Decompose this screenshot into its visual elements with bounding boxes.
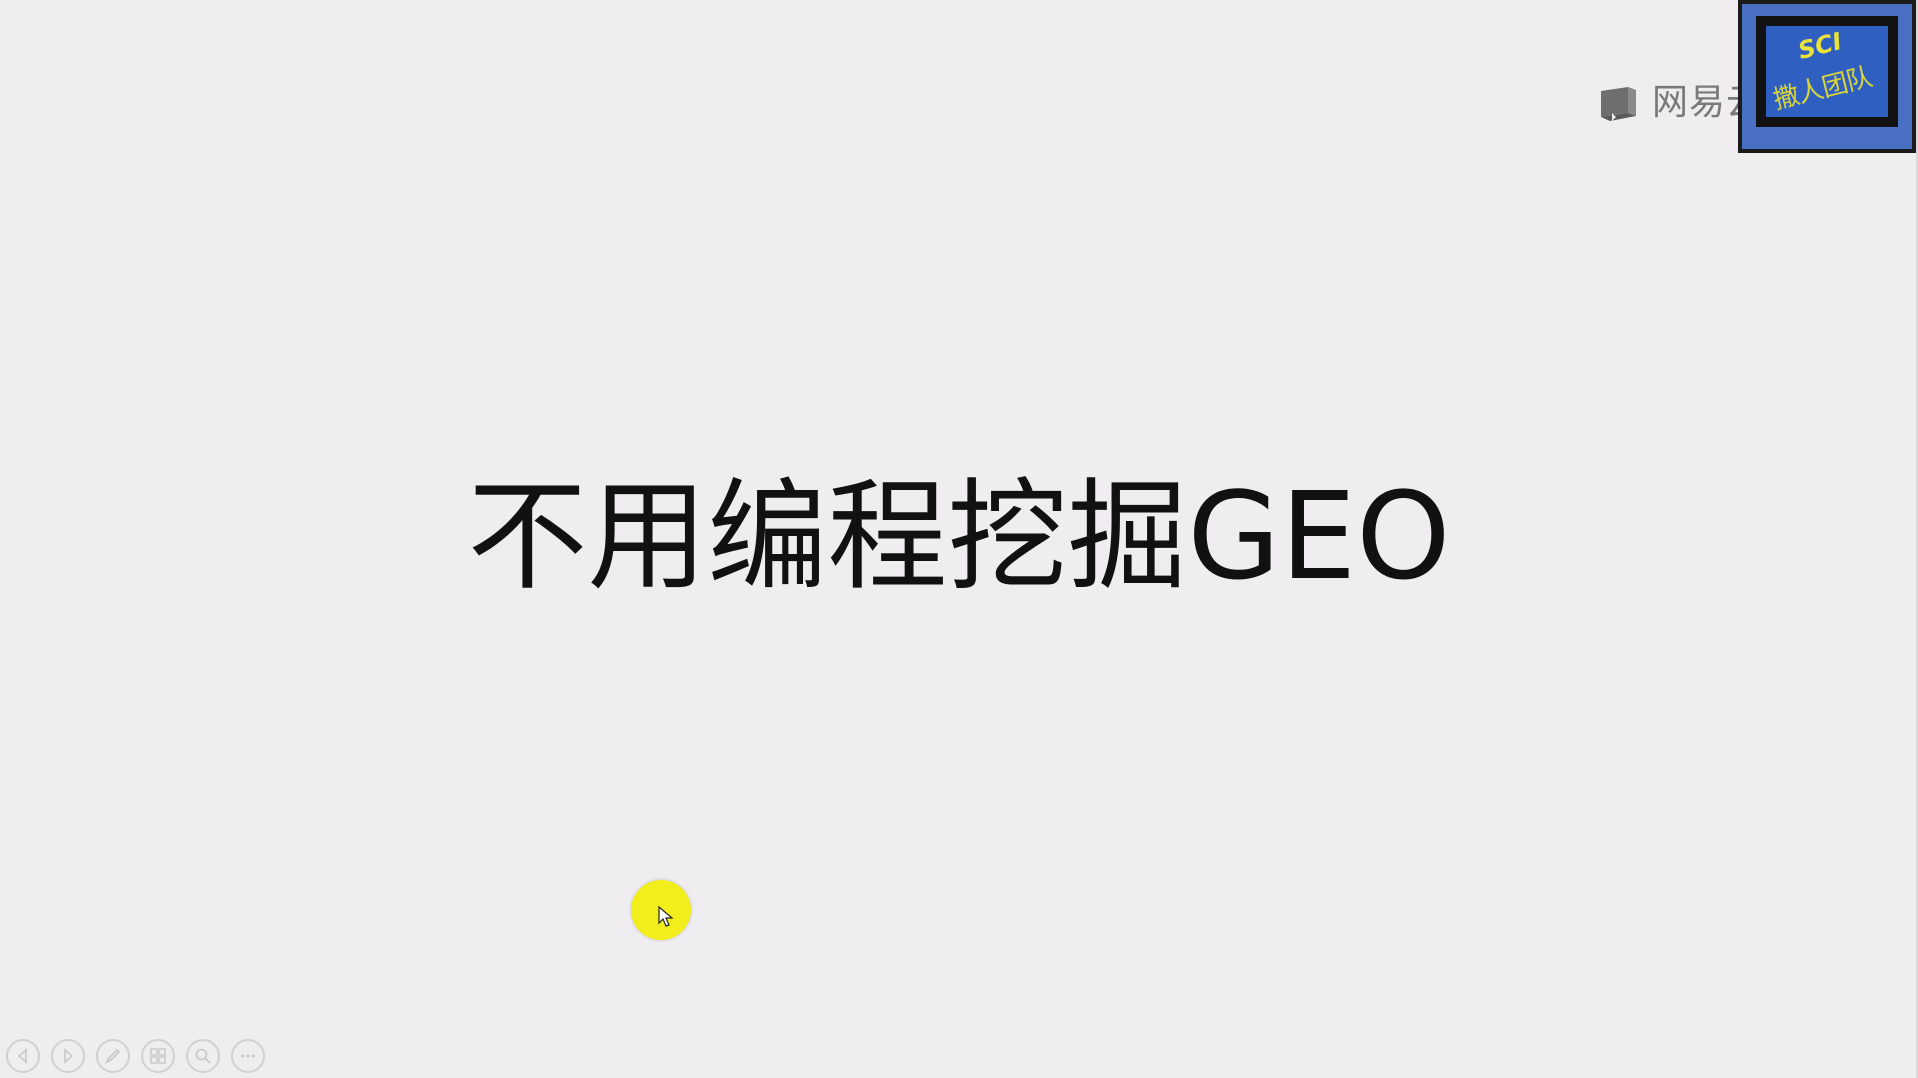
pen-tool-button[interactable]: [96, 1039, 130, 1073]
previous-icon: [17, 1048, 27, 1064]
logo-border: SCI 撒人团队: [1742, 4, 1912, 149]
presentation-toolbar: [6, 1038, 265, 1074]
slide-title: 不用编程挖掘GEO: [467, 468, 1451, 607]
zoom-button[interactable]: [186, 1039, 220, 1073]
book-icon: [1601, 87, 1636, 121]
mouse-cursor-icon: [658, 906, 674, 927]
pen-icon: [105, 1048, 121, 1064]
see-all-slides-button[interactable]: [141, 1039, 175, 1073]
next-slide-button[interactable]: [51, 1039, 85, 1073]
logo-inner: SCI 撒人团队: [1766, 26, 1888, 117]
next-icon: [64, 1048, 74, 1064]
more-icon: [241, 1054, 255, 1058]
presentation-slide: 不用编程挖掘GEO 网易云课堂 SCI 撒人团队: [0, 0, 1918, 1078]
team-logo: SCI 撒人团队: [1738, 0, 1916, 153]
zoom-icon: [195, 1048, 211, 1064]
previous-slide-button[interactable]: [6, 1039, 40, 1073]
logo-sci-text: SCI: [1795, 27, 1845, 65]
more-options-button[interactable]: [231, 1039, 265, 1073]
logo-team-text: 撒人团队: [1770, 62, 1875, 116]
logo-inner-frame: SCI 撒人团队: [1756, 16, 1898, 127]
slides-grid-icon: [150, 1048, 166, 1064]
